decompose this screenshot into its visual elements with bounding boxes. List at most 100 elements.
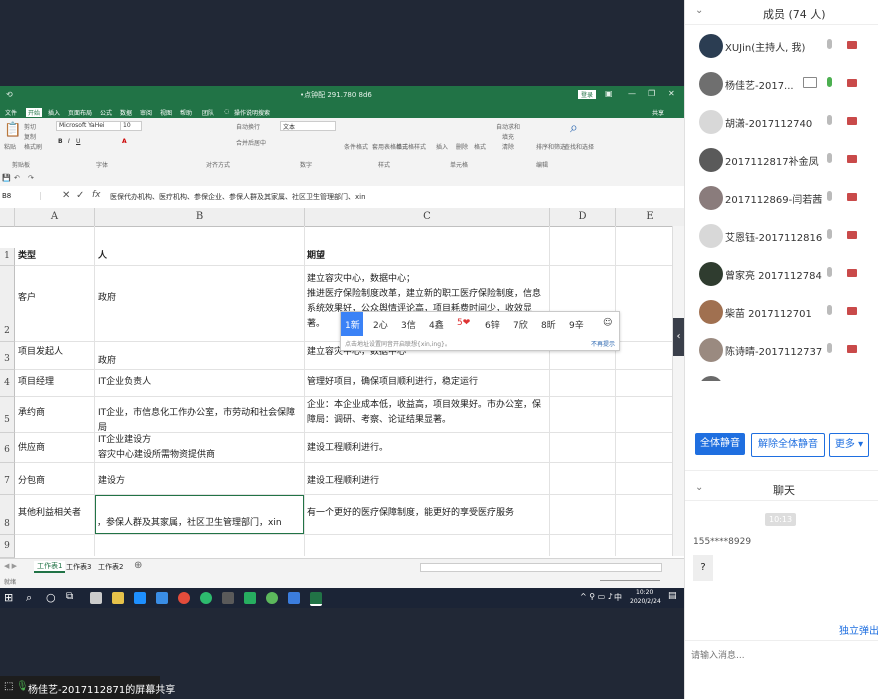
vertical-scrollbar[interactable] (672, 226, 684, 556)
tab-scroll-icon[interactable]: ◀ ▶ (4, 562, 17, 570)
app-icon[interactable] (200, 592, 212, 604)
system-tray-icons[interactable]: ^ ⚲ ▭ ♪ (580, 592, 613, 601)
cell-b1[interactable]: 人 (98, 249, 107, 264)
member-row[interactable]: 2017112869-闫若茜 (685, 179, 878, 217)
cortana-icon[interactable]: ○ (46, 591, 56, 604)
ime-indicator[interactable]: 中 (614, 592, 622, 603)
qq-browser-icon[interactable] (156, 592, 168, 604)
redo-icon[interactable]: ↷ (28, 174, 34, 182)
undo-icon[interactable]: ↶ (14, 174, 20, 182)
ime-candidate[interactable]: 1新 (345, 318, 360, 331)
number-format-select[interactable]: 文本 (280, 121, 336, 131)
row-header[interactable]: 7 (0, 463, 15, 495)
row-header[interactable]: 8 (0, 495, 15, 535)
cell-styles-button[interactable]: 单元格样式 (396, 142, 426, 151)
more-button[interactable]: 更多 ▾ (829, 433, 869, 457)
horizontal-scrollbar[interactable] (420, 563, 662, 572)
cell-b4[interactable]: IT企业负责人 (98, 375, 151, 390)
menu-review[interactable]: 审阅 (140, 108, 152, 117)
cancel-icon[interactable]: ✕ (62, 190, 70, 201)
menu-view[interactable]: 视图 (160, 108, 172, 117)
delete-cells-button[interactable]: 删除 (456, 142, 468, 151)
autosave-icon[interactable]: ⟲ (6, 90, 13, 99)
cell-c5[interactable]: 企业：本企业成本低，收益高，项目效果好。市办公室，保障局：调研、考察、论证结果显… (307, 398, 547, 428)
collapse-members-icon[interactable]: ⌄ (695, 5, 703, 16)
ime-candidate[interactable]: 7欣 (513, 318, 528, 331)
microphone-icon[interactable] (827, 267, 832, 277)
menu-file[interactable]: 文件 (5, 108, 17, 117)
camera-off-icon[interactable] (847, 307, 857, 315)
wechat-icon[interactable] (266, 592, 278, 604)
sheet-tab[interactable]: 工作表1 (34, 561, 66, 573)
format-cells-button[interactable]: 格式 (474, 142, 486, 151)
member-row[interactable]: 柴苗 2017112701 (685, 293, 878, 331)
cell-b8-active[interactable]: ，参保人群及其家属，社区卫生管理部门，xin (95, 495, 304, 534)
sheet-tab[interactable]: 工作表2 (98, 562, 123, 572)
font-size-select[interactable]: 10 (120, 121, 142, 131)
enter-icon[interactable]: ✓ (76, 190, 84, 201)
row-header[interactable]: 4 (0, 370, 15, 397)
close-button[interactable]: ✕ (668, 89, 675, 98)
cell-c6[interactable]: 建设工程顺利进行。 (307, 441, 388, 456)
ime-candidate[interactable]: 2心 (373, 318, 388, 331)
ribbon-display-icon[interactable]: ▣ (605, 89, 613, 98)
microphone-icon[interactable] (827, 115, 832, 125)
insert-cells-button[interactable]: 插入 (436, 142, 448, 151)
member-row[interactable]: 杨佳艺-2017... (685, 65, 878, 103)
ime-candidate[interactable]: 3信 (401, 318, 416, 331)
font-name-select[interactable]: Microsoft YaHei (56, 121, 122, 131)
row-header[interactable]: 6 (0, 433, 15, 463)
camera-off-icon[interactable] (847, 117, 857, 125)
row-header[interactable]: 3 (0, 342, 15, 370)
maximize-button[interactable]: ❐ (648, 89, 655, 98)
zoom-slider[interactable] (600, 580, 660, 581)
emoji-icon[interactable]: ☺ (603, 318, 612, 328)
select-all-corner[interactable] (0, 208, 15, 227)
search-icon[interactable]: ⌕ (26, 591, 32, 605)
microphone-icon[interactable] (827, 77, 832, 87)
row-header[interactable]: 2 (0, 266, 15, 342)
collapse-panel-button[interactable]: ‹ (673, 318, 684, 356)
ime-candidate[interactable]: 8昕 (541, 318, 556, 331)
menu-insert[interactable]: 插入 (48, 108, 60, 117)
cell-c7[interactable]: 建设工程顺利进行 (307, 474, 379, 489)
file-explorer-icon[interactable] (112, 592, 124, 604)
format-painter-button[interactable]: 格式刷 (24, 142, 42, 151)
fill-button[interactable]: 填充 (502, 132, 514, 141)
merge-center-button[interactable]: 合并后居中 (236, 138, 266, 147)
microphone-icon[interactable] (827, 39, 832, 49)
camera-off-icon[interactable] (847, 79, 857, 87)
ime-candidate[interactable]: 4鑫 (429, 318, 444, 331)
paste-button[interactable]: 粘贴 (4, 142, 16, 151)
camera-off-icon[interactable] (847, 269, 857, 277)
cell-a4[interactable]: 项目经理 (18, 375, 54, 390)
microphone-icon[interactable] (827, 191, 832, 201)
microphone-icon[interactable] (827, 229, 832, 239)
ime-candidate[interactable]: 6锌 (485, 318, 500, 331)
member-row[interactable]: 胡潇-2017112740 (685, 103, 878, 141)
member-row[interactable]: 陈诗晴-2017112737 (685, 331, 878, 369)
cell-b6[interactable]: IT企业建设方 容灾中心建设所需物资提供商 (98, 433, 215, 463)
mute-all-button[interactable]: 全体静音 (695, 433, 745, 455)
chrome-icon[interactable] (178, 592, 190, 604)
task-view-icon[interactable]: ⧉ (66, 591, 73, 602)
camera-off-icon[interactable] (847, 231, 857, 239)
menu-formulas[interactable]: 公式 (100, 108, 112, 117)
menu-page-layout[interactable]: 页面布局 (68, 108, 92, 117)
font-color-icon[interactable]: A (122, 138, 127, 145)
row-header[interactable]: 5 (0, 397, 15, 433)
paste-icon[interactable]: 📋 (4, 122, 21, 138)
menu-data[interactable]: 数据 (120, 108, 132, 117)
signin-button[interactable]: 登录 (578, 90, 597, 99)
cut-button[interactable]: 剪切 (24, 122, 36, 131)
minimize-button[interactable]: — (628, 89, 636, 98)
app-icon[interactable] (222, 592, 234, 604)
cell-c1[interactable]: 期望 (307, 249, 325, 264)
cell-c8[interactable]: 有一个更好的医疗保障制度，能更好的享受医疗服务 (307, 506, 514, 521)
wrap-text-button[interactable]: 自动换行 (236, 122, 260, 131)
excel-taskbar-icon[interactable] (310, 592, 322, 606)
share-button[interactable]: 共享 (652, 108, 664, 117)
member-row[interactable]: 艾恩钰-2017112816 (685, 217, 878, 255)
underline-icon[interactable]: U (76, 138, 80, 145)
sort-filter-button[interactable]: 排序和筛选 (536, 142, 566, 151)
